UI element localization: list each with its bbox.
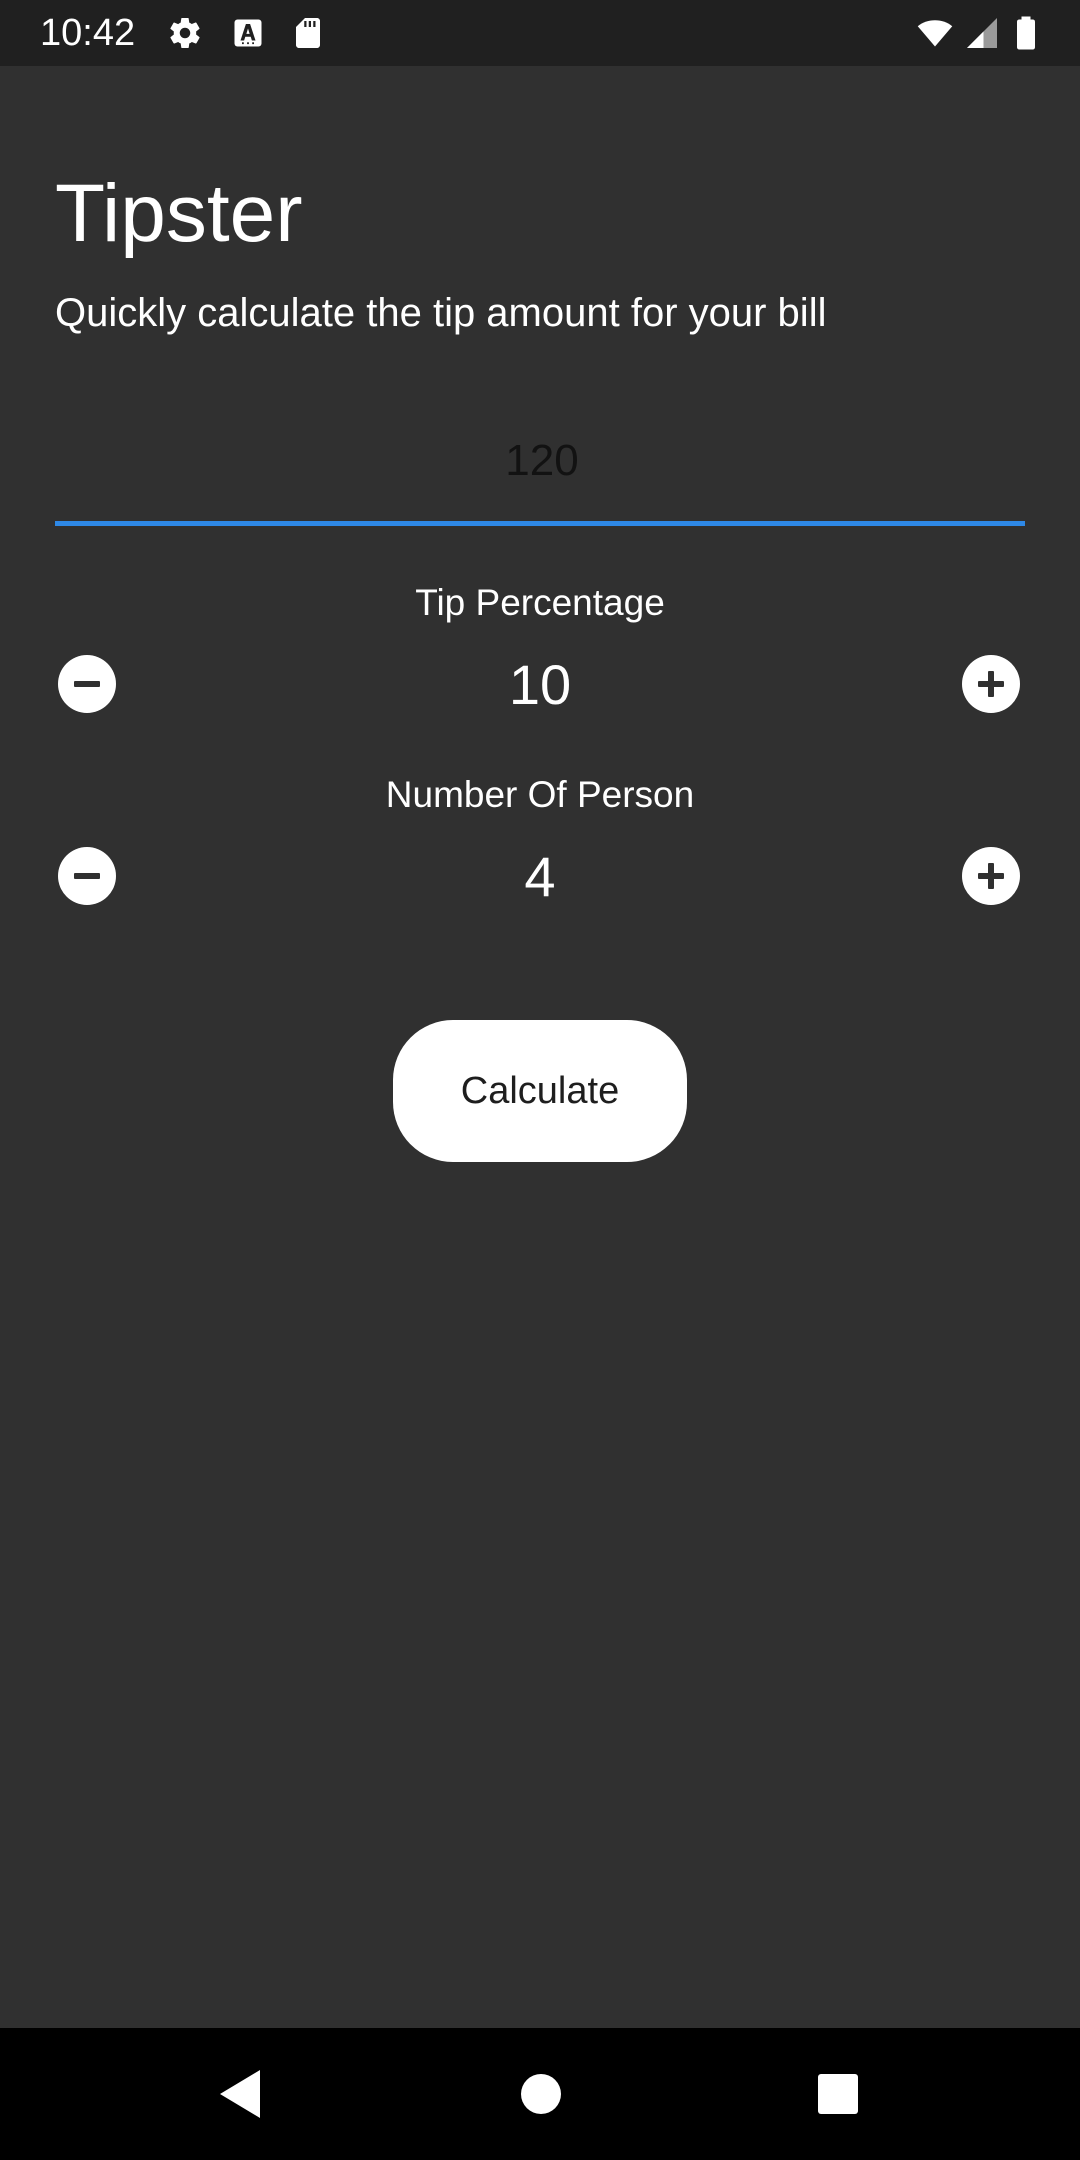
tip-decrease-button[interactable] <box>58 655 116 713</box>
battery-icon <box>1008 15 1044 51</box>
app-subtitle: Quickly calculate the tip amount for you… <box>55 291 827 335</box>
sd-card-icon <box>288 15 328 51</box>
tip-percentage-value: 10 <box>508 653 572 716</box>
calculate-button[interactable]: Calculate <box>393 1020 687 1162</box>
tip-percentage-label: Tip Percentage <box>415 582 665 623</box>
person-decrease-button[interactable] <box>58 847 116 905</box>
input-underline <box>55 521 1025 526</box>
navigation-bar <box>0 2028 1080 2160</box>
gear-icon <box>165 15 205 51</box>
status-bar: 10:42 <box>0 0 1080 66</box>
tip-increase-button[interactable] <box>962 655 1020 713</box>
back-icon[interactable] <box>210 2064 270 2124</box>
plus-icon <box>978 863 1004 889</box>
wifi-icon <box>912 15 958 51</box>
recents-icon[interactable] <box>808 2064 868 2124</box>
bill-amount-input[interactable] <box>55 420 1029 502</box>
app-title: Tipster <box>55 168 303 259</box>
cell-signal-icon <box>962 15 1002 51</box>
number-of-person-value: 4 <box>524 845 556 908</box>
plus-icon <box>978 671 1004 697</box>
minus-icon <box>74 873 100 879</box>
status-time: 10:42 <box>40 12 136 54</box>
person-increase-button[interactable] <box>962 847 1020 905</box>
home-icon[interactable] <box>511 2064 571 2124</box>
font-a-icon <box>228 15 268 51</box>
number-of-person-label: Number Of Person <box>385 774 695 815</box>
minus-icon <box>74 681 100 687</box>
